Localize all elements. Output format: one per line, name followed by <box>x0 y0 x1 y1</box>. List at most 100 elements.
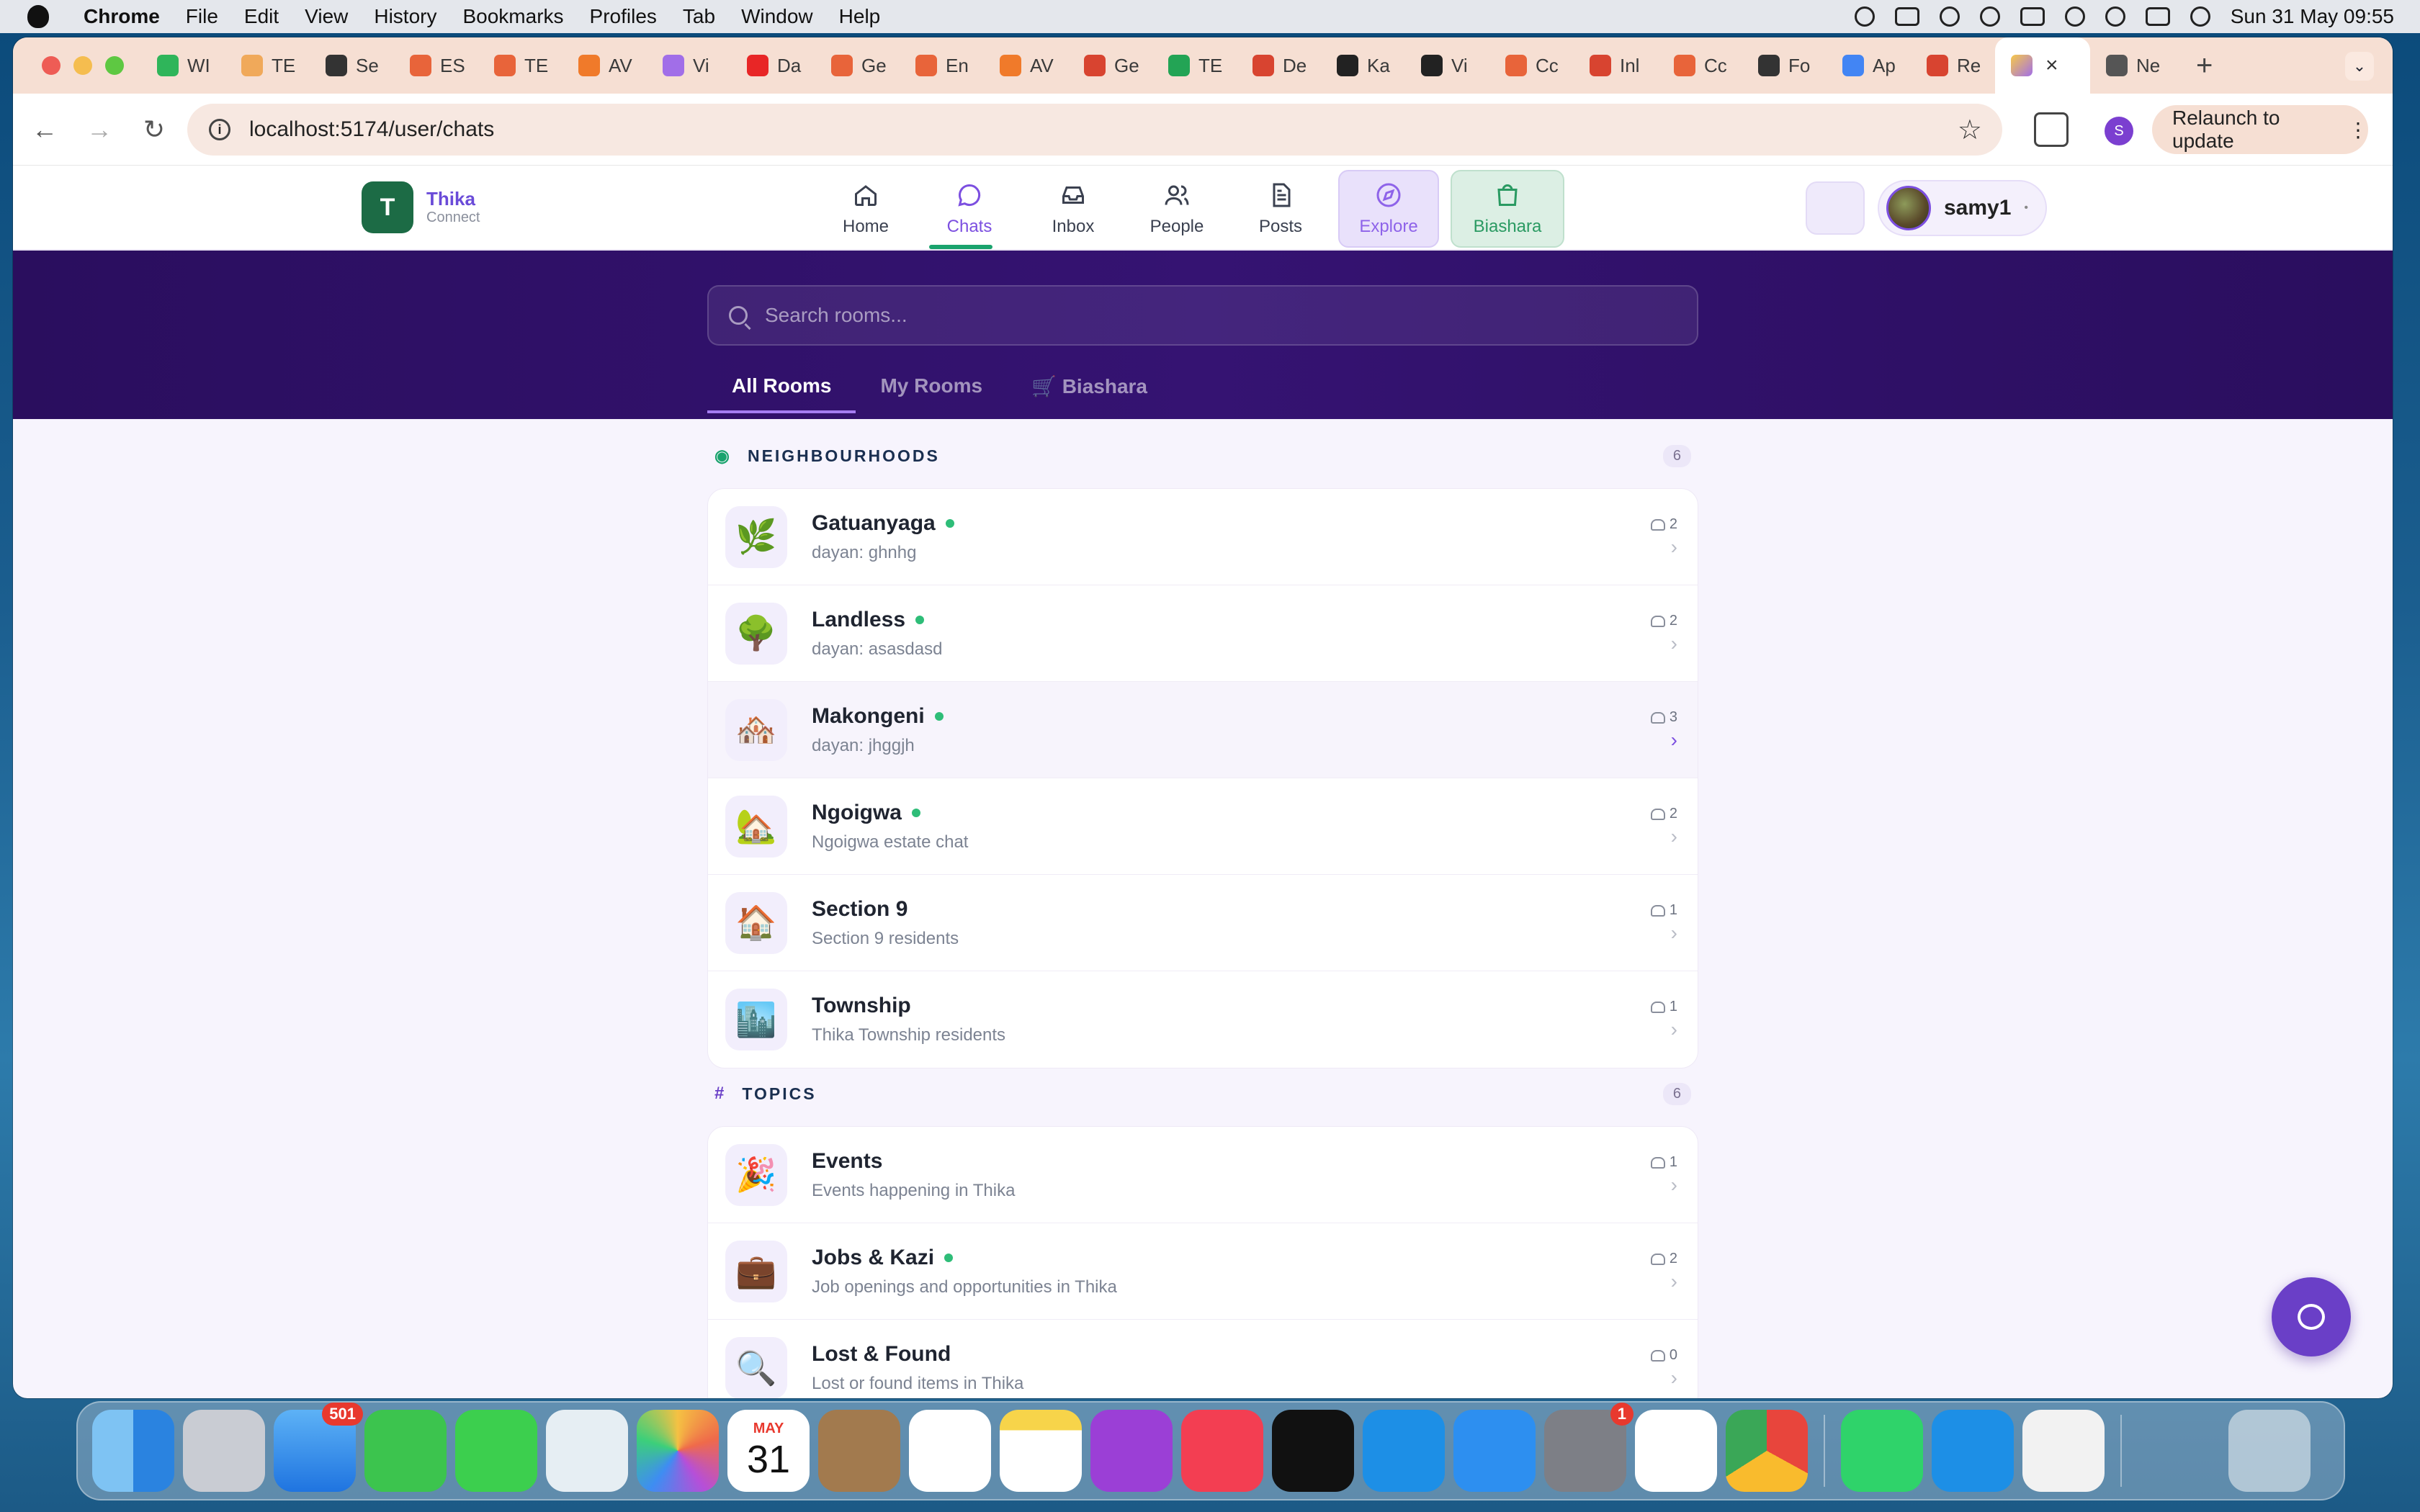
notifications-button[interactable] <box>1805 181 1865 235</box>
system-settings-icon[interactable]: 1 <box>1544 1403 1634 1492</box>
play-icon[interactable] <box>1979 6 2000 27</box>
tab-search-chevron-icon[interactable]: ⌄ <box>2345 52 2374 81</box>
browser-tab[interactable]: Vi <box>647 37 731 94</box>
reminders-icon[interactable] <box>909 1410 991 1492</box>
menubar-clock[interactable]: Sun 31 May 09:55 <box>2231 5 2394 28</box>
menu-window[interactable]: Window <box>741 5 813 28</box>
menu-app-name[interactable]: Chrome <box>84 5 160 28</box>
url-text[interactable]: localhost:5174/user/chats <box>249 117 494 142</box>
room-row[interactable]: 🎉 Events Events happening in Thika 1 › <box>708 1127 1698 1223</box>
menu-view[interactable]: View <box>305 5 348 28</box>
siri-icon[interactable] <box>2190 6 2210 27</box>
messages-icon[interactable] <box>455 1410 537 1492</box>
textedit-icon[interactable] <box>2022 1410 2105 1492</box>
podcasts-icon[interactable] <box>1090 1410 1173 1492</box>
menu-help[interactable]: Help <box>839 5 881 28</box>
browser-tab[interactable]: Ka <box>1321 37 1405 94</box>
browser-tab[interactable]: De <box>1237 37 1321 94</box>
docker-desktop-icon[interactable] <box>1932 1410 2014 1492</box>
finder-icon[interactable] <box>92 1410 174 1492</box>
menu-bookmarks[interactable]: Bookmarks <box>462 5 563 28</box>
mail-icon[interactable]: 501 <box>274 1403 363 1492</box>
room-row[interactable]: 🌿 Gatuanyaga dayan: ghnhg 2 › <box>708 489 1698 585</box>
browser-tab[interactable]: Ne <box>2090 37 2174 94</box>
brand[interactable]: T Thika Connect <box>362 181 480 233</box>
minimize-window-button[interactable] <box>73 56 92 75</box>
browser-tab[interactable]: Cc <box>1489 37 1574 94</box>
menu-history[interactable]: History <box>374 5 436 28</box>
search-input[interactable] <box>765 304 1629 327</box>
music-icon[interactable] <box>1181 1410 1263 1492</box>
extensions-puzzle-icon[interactable] <box>2034 112 2069 147</box>
maps-icon[interactable] <box>546 1410 628 1492</box>
docker-icon[interactable] <box>1363 1410 1445 1492</box>
nav-chats[interactable]: Chats <box>923 170 1016 248</box>
browser-tab-active[interactable]: × <box>1995 37 2090 94</box>
trash-icon[interactable] <box>2228 1410 2311 1492</box>
apple-menu-icon[interactable] <box>27 5 49 28</box>
nav-home[interactable]: Home <box>820 170 912 248</box>
browser-tab[interactable]: Vi <box>1405 37 1489 94</box>
relaunch-button[interactable]: Relaunch to update ⋮ <box>2152 105 2368 154</box>
close-window-button[interactable] <box>42 56 60 75</box>
calendar-icon[interactable]: MAY 31 <box>727 1410 810 1492</box>
whatsapp-icon[interactable] <box>1841 1410 1923 1492</box>
grammarly-icon[interactable] <box>1854 6 1875 27</box>
tab-biashara[interactable]: 🛒 Biashara <box>1007 366 1172 406</box>
downloads-stack-icon[interactable] <box>2138 1410 2220 1492</box>
nav-biashara[interactable]: Biashara <box>1451 170 1564 248</box>
browser-tab[interactable]: TE <box>225 37 310 94</box>
reload-icon[interactable]: ↻ <box>131 114 177 145</box>
room-row[interactable]: 🔍 Lost & Found Lost or found items in Thik… <box>708 1320 1698 1398</box>
search-field[interactable] <box>707 285 1698 346</box>
contacts-icon[interactable] <box>818 1410 900 1492</box>
browser-tab[interactable]: WI <box>141 37 225 94</box>
new-chat-fab[interactable] <box>2272 1277 2351 1356</box>
browser-tab[interactable]: Cc <box>1658 37 1742 94</box>
menu-file[interactable]: File <box>186 5 218 28</box>
room-row[interactable]: 🏡 Ngoigwa Ngoigwa estate chat 2 › <box>708 778 1698 875</box>
browser-tab[interactable]: Re <box>1911 37 1995 94</box>
profile-avatar[interactable]: S <box>2105 117 2133 145</box>
close-tab-icon[interactable]: × <box>2045 53 2058 78</box>
chrome-icon[interactable] <box>1726 1410 1808 1492</box>
wifi-icon[interactable] <box>2064 6 2085 27</box>
spotlight-search-icon[interactable] <box>2105 6 2125 27</box>
room-row[interactable]: 🏠 Section 9 Section 9 residents 1 › <box>708 875 1698 971</box>
browser-tab[interactable]: Se <box>310 37 394 94</box>
site-info-icon[interactable]: i <box>209 119 230 140</box>
browser-tab[interactable]: TE <box>1152 37 1237 94</box>
browser-tab[interactable]: TE <box>478 37 563 94</box>
browser-tab[interactable]: Da <box>731 37 815 94</box>
new-tab-button[interactable]: + <box>2196 50 2213 82</box>
battery-icon[interactable] <box>2020 7 2045 26</box>
notes-icon[interactable] <box>1000 1410 1082 1492</box>
maximize-window-button[interactable] <box>105 56 124 75</box>
menu-profiles[interactable]: Profiles <box>590 5 657 28</box>
browser-tab[interactable]: En <box>900 37 984 94</box>
browser-tab[interactable]: Inl <box>1574 37 1658 94</box>
browser-tab[interactable]: ES <box>394 37 478 94</box>
menu-edit[interactable]: Edit <box>244 5 279 28</box>
room-row[interactable]: 🌳 Landless dayan: asasdasd 2 › <box>708 585 1698 682</box>
control-center-icon[interactable] <box>2145 7 2170 26</box>
bluetooth-icon[interactable] <box>1939 6 1960 27</box>
menu-tab[interactable]: Tab <box>683 5 715 28</box>
app-store-icon[interactable] <box>1453 1410 1536 1492</box>
browser-tab[interactable]: AV <box>984 37 1068 94</box>
forward-arrow-icon[interactable]: → <box>76 114 122 145</box>
room-row[interactable]: 🏘️ Makongeni dayan: jhggjh 3 › <box>708 682 1698 778</box>
vscode-icon[interactable] <box>1635 1410 1717 1492</box>
browser-tab[interactable]: Fo <box>1742 37 1827 94</box>
browser-tab[interactable]: Ge <box>1068 37 1152 94</box>
back-arrow-icon[interactable]: ← <box>22 114 68 145</box>
browser-tab[interactable]: Ge <box>815 37 900 94</box>
nav-explore[interactable]: Explore <box>1338 170 1439 248</box>
display-icon[interactable] <box>1894 7 1919 26</box>
room-row[interactable]: 💼 Jobs & Kazi Job openings and opportuniti… <box>708 1223 1698 1320</box>
launchpad-icon[interactable] <box>183 1410 265 1492</box>
nav-inbox[interactable]: Inbox <box>1027 170 1119 248</box>
nav-posts[interactable]: Posts <box>1234 170 1327 248</box>
nav-people[interactable]: People <box>1131 170 1223 248</box>
tab-my-rooms[interactable]: My Rooms <box>856 366 1007 406</box>
